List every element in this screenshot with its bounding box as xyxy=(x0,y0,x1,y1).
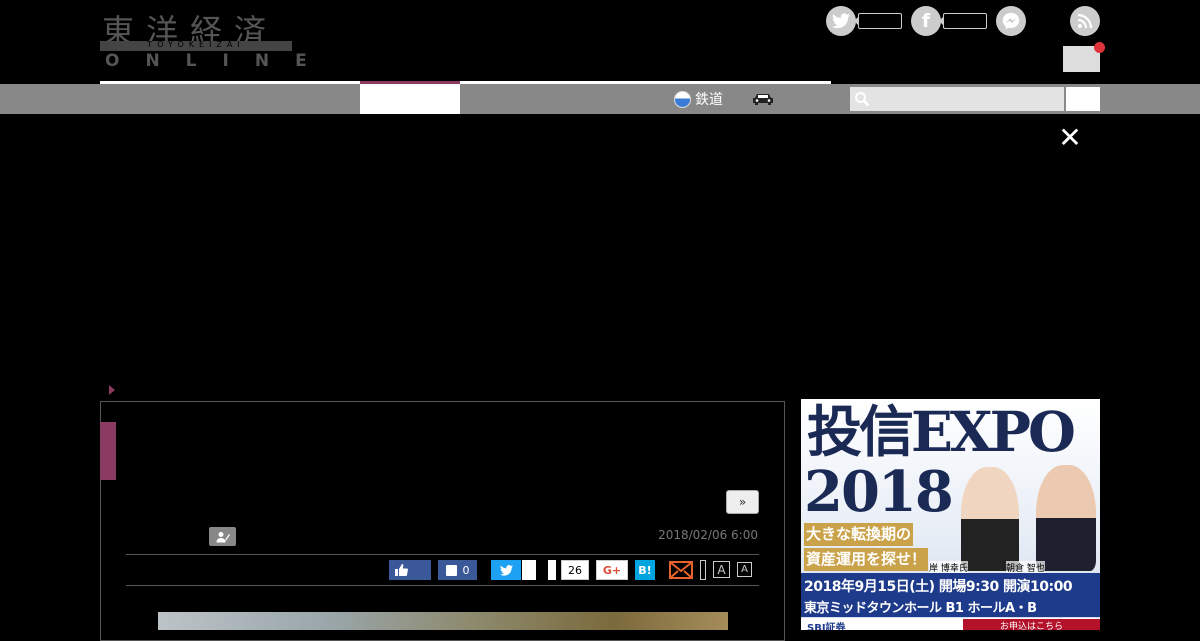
ad-event-date: 2018年9月15日(土) 開場9:30 開演10:00 xyxy=(804,579,1073,595)
twitter-icon xyxy=(499,564,513,576)
person-pen-icon xyxy=(216,531,230,542)
divider xyxy=(126,585,759,586)
facebook-share-button[interactable]: 0 xyxy=(438,560,477,580)
logo-sub: TOYOKEIZAI xyxy=(147,40,245,49)
thumbs-up-icon xyxy=(395,564,408,576)
mail-button[interactable] xyxy=(669,560,693,580)
search-button[interactable] xyxy=(1066,87,1100,111)
ad-venue: 東京ミッドタウンホール B1 ホールA・B xyxy=(804,601,1037,616)
site-logo[interactable]: 東洋経済 TOYOKEIZAI ONLINE xyxy=(100,6,307,71)
google-plus-button[interactable]: G+ xyxy=(596,560,628,580)
car-icon xyxy=(753,94,773,105)
hatena-bookmark-button[interactable]: B! xyxy=(635,560,655,580)
facebook-share-count: 0 xyxy=(462,563,470,577)
category-marker xyxy=(100,422,116,480)
ad-tagline: 大きな転換期の 資産運用を探せ！ xyxy=(804,523,934,573)
ad-person-photo xyxy=(961,467,1019,571)
search-input[interactable] xyxy=(850,87,1064,111)
ad-person-photo xyxy=(1036,465,1096,571)
ad-tagline-line: 大きな転換期の xyxy=(804,523,914,546)
article-photo xyxy=(158,612,728,630)
twitter-button[interactable] xyxy=(826,6,856,36)
breadcrumb-arrow-icon xyxy=(109,385,115,395)
messenger-icon xyxy=(1002,12,1020,30)
nav-tab-active[interactable] xyxy=(360,84,460,114)
print-button[interactable] xyxy=(700,560,706,580)
nav-item-car[interactable] xyxy=(752,91,774,105)
publish-date: 2018/02/06 6:00 xyxy=(658,528,758,542)
tweet-button[interactable] xyxy=(491,560,521,580)
facebook-button[interactable]: f xyxy=(911,6,941,36)
ad-banner[interactable]: 投信EXPO 2018 大きな転換期の 資産運用を探せ！ 岸 博幸氏 朝倉 智也… xyxy=(801,399,1100,630)
tweet-count xyxy=(522,560,536,580)
ad-sponsor: SBI証券 xyxy=(807,623,846,630)
font-size-large-button[interactable]: A xyxy=(713,561,730,578)
logo-online: ONLINE xyxy=(105,51,333,71)
ad-cta-button[interactable]: お申込はこちら xyxy=(963,619,1100,630)
nav-item-rail[interactable]: 鉄道 xyxy=(674,88,723,110)
font-size-small-button[interactable]: A xyxy=(737,562,752,577)
divider xyxy=(126,554,759,555)
search-icon xyxy=(855,92,870,107)
logo-bar: TOYOKEIZAI xyxy=(100,40,292,51)
twitter-icon xyxy=(832,13,850,29)
facebook-count xyxy=(939,13,987,29)
notification-badge xyxy=(1094,42,1105,53)
article-card xyxy=(100,401,785,641)
next-page-button[interactable]: » xyxy=(726,490,759,514)
facebook-icon: f xyxy=(921,10,931,32)
messenger-button[interactable] xyxy=(996,6,1026,36)
mail-icon xyxy=(669,561,693,579)
author-icon[interactable] xyxy=(209,527,236,546)
pocket-button[interactable] xyxy=(548,560,556,580)
nav-item-rail-label: 鉄道 xyxy=(695,92,723,108)
close-icon[interactable]: ✕ xyxy=(1058,124,1082,152)
ad-tagline-line: 資産運用を探せ！ xyxy=(804,548,929,571)
facebook-icon xyxy=(445,564,457,576)
rss-button[interactable] xyxy=(1070,6,1100,36)
ad-year: 2018 xyxy=(804,459,954,525)
rss-icon xyxy=(1077,13,1093,29)
train-icon xyxy=(674,90,691,108)
ad-title: 投信EXPO xyxy=(807,399,1076,464)
facebook-like-button[interactable] xyxy=(389,560,431,580)
share-count: 26 xyxy=(561,560,589,580)
twitter-count xyxy=(854,13,902,29)
